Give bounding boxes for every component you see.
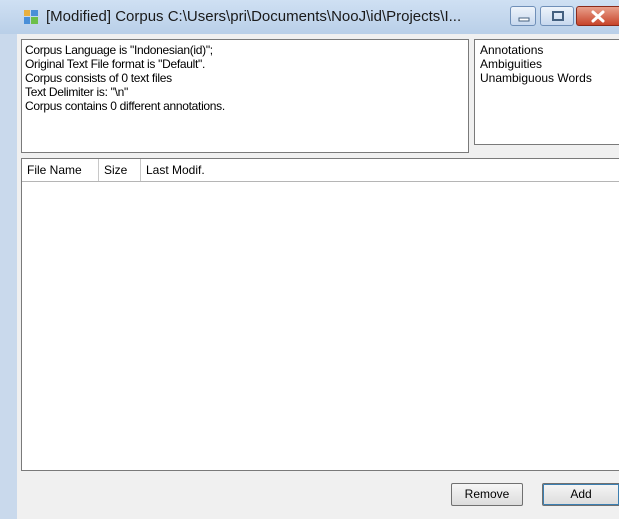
list-item-annotations[interactable]: Annotations <box>480 43 543 57</box>
annotations-listbox[interactable]: Annotations Ambiguities Unambiguous Word… <box>474 39 619 145</box>
column-header-size[interactable]: Size <box>99 159 141 181</box>
info-line-language: Corpus Language is "Indonesian(id)"; <box>25 43 213 57</box>
minimize-button[interactable] <box>510 6 536 26</box>
info-line-format: Original Text File format is "Default". <box>25 57 205 71</box>
window-title: [Modified] Corpus C:\Users\pri\Documents… <box>46 8 462 25</box>
close-icon <box>591 10 605 23</box>
column-header-file-name[interactable]: File Name <box>22 159 99 181</box>
file-list-header: File Name Size Last Modif. <box>22 159 619 182</box>
close-button[interactable] <box>576 6 619 26</box>
remove-button[interactable]: Remove <box>451 483 523 506</box>
window-client-area: Corpus Language is "Indonesian(id)"; Ori… <box>17 34 619 519</box>
minimize-icon <box>518 17 530 22</box>
info-line-file-count: Corpus consists of 0 text files <box>25 71 172 85</box>
maximize-icon <box>552 11 564 21</box>
list-item-unambiguous-words[interactable]: Unambiguous Words <box>480 71 592 85</box>
title-bar[interactable]: [Modified] Corpus C:\Users\pri\Documents… <box>0 0 619 34</box>
button-bar: Remove Add <box>17 471 619 519</box>
corpus-info-box[interactable]: Corpus Language is "Indonesian(id)"; Ori… <box>21 39 469 153</box>
info-line-delimiter: Text Delimiter is: "\n" <box>25 85 128 99</box>
nooj-app-icon <box>24 10 38 24</box>
list-item-ambiguities[interactable]: Ambiguities <box>480 57 542 71</box>
corpus-window: [Modified] Corpus C:\Users\pri\Documents… <box>0 0 619 519</box>
add-button[interactable]: Add <box>542 483 619 506</box>
maximize-button[interactable] <box>540 6 574 26</box>
info-line-annotations: Corpus contains 0 different annotations. <box>25 99 225 113</box>
column-header-last-modif[interactable]: Last Modif. <box>141 159 619 181</box>
file-list-view[interactable]: File Name Size Last Modif. <box>21 158 619 471</box>
